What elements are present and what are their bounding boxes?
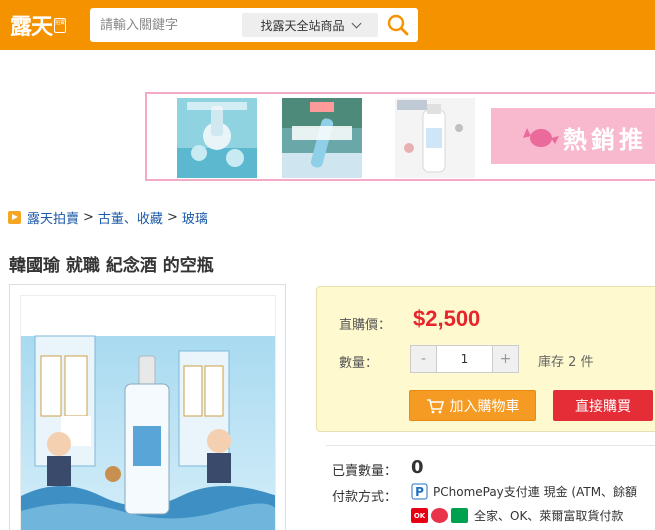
banner-product-image-2[interactable]: [282, 98, 362, 178]
buy-now-label: 直接購買: [575, 398, 631, 415]
breadcrumb-item-antiques[interactable]: 古董、收藏: [98, 208, 163, 227]
purchase-panel: 直購價： $2,500 數量： - 1 + 庫存 2 件 加入購物車 直接購買: [316, 286, 655, 432]
search-scope-select[interactable]: 找露天全站商品: [242, 13, 378, 37]
site-logo[interactable]: 露天 拍賣: [10, 9, 67, 41]
breadcrumb-item-home[interactable]: 露天拍賣: [27, 208, 79, 227]
product-image[interactable]: [20, 295, 276, 530]
price-value: $2,500: [413, 306, 481, 331]
candy-icon: [523, 128, 559, 147]
quantity-decrease-button[interactable]: -: [411, 346, 436, 372]
ok-mart-icon: OK: [411, 508, 428, 523]
hot-sale-label: 熱銷推: [563, 126, 647, 154]
hot-sale-banner[interactable]: 熱銷推: [491, 108, 655, 164]
search-input[interactable]: [90, 8, 240, 42]
chevron-down-icon: [351, 18, 361, 28]
sold-count-label: 已賣數量：: [332, 464, 398, 479]
quantity-input[interactable]: 1: [436, 346, 493, 372]
price-label: 直購價：: [339, 318, 392, 333]
search-icon: [387, 14, 409, 36]
quantity-stepper: - 1 +: [410, 345, 519, 373]
breadcrumb-item-glass[interactable]: 玻璃: [182, 208, 208, 227]
banner-product-image-3[interactable]: [395, 98, 475, 178]
svg-text:P: P: [415, 485, 424, 499]
product-image-frame: [9, 284, 286, 530]
payment-line-1: PChomePay支付連 現金 (ATM、餘額: [433, 485, 638, 499]
logo-text: 露天: [10, 15, 53, 40]
promo-banner[interactable]: 熱銷推: [145, 92, 655, 181]
search-scope-label: 找露天全站商品: [260, 18, 345, 33]
payment-label: 付款方式：: [332, 490, 398, 505]
cart-icon: [426, 398, 444, 413]
add-to-cart-label: 加入購物車: [449, 398, 520, 415]
breadcrumb: 露天拍賣 > 古董、收藏 > 玻璃: [8, 208, 208, 227]
top-header: 露天 拍賣 找露天全站商品: [0, 0, 655, 50]
breadcrumb-arrow-icon: [8, 211, 21, 224]
hilife-icon: [431, 508, 448, 523]
breadcrumb-separator: >: [83, 210, 94, 225]
divider: [326, 445, 655, 446]
stock-count: 庫存 2 件: [538, 355, 594, 370]
familymart-icon: [451, 508, 468, 523]
payment-line-2: 全家、OK、萊爾富取貨付款: [474, 509, 624, 523]
payment-method-pchomepay: P PChomePay支付連 現金 (ATM、餘額: [411, 483, 637, 500]
payment-method-store-pickup: OK 全家、OK、萊爾富取貨付款: [411, 507, 623, 524]
sold-count-value: 0: [411, 457, 424, 478]
search-button[interactable]: [384, 11, 412, 39]
banner-product-image-1[interactable]: [177, 98, 257, 178]
product-title: 韓國瑜 就職 紀念酒 的空瓶: [9, 256, 214, 276]
buy-now-button[interactable]: 直接購買: [553, 390, 653, 421]
logo-badge: 拍賣: [54, 17, 67, 33]
search-box: 找露天全站商品: [90, 8, 418, 42]
pchomepay-icon: P: [411, 483, 428, 500]
quantity-increase-button[interactable]: +: [493, 346, 518, 372]
add-to-cart-button[interactable]: 加入購物車: [409, 390, 536, 421]
breadcrumb-separator: >: [166, 210, 178, 225]
quantity-label: 數量：: [339, 356, 379, 371]
